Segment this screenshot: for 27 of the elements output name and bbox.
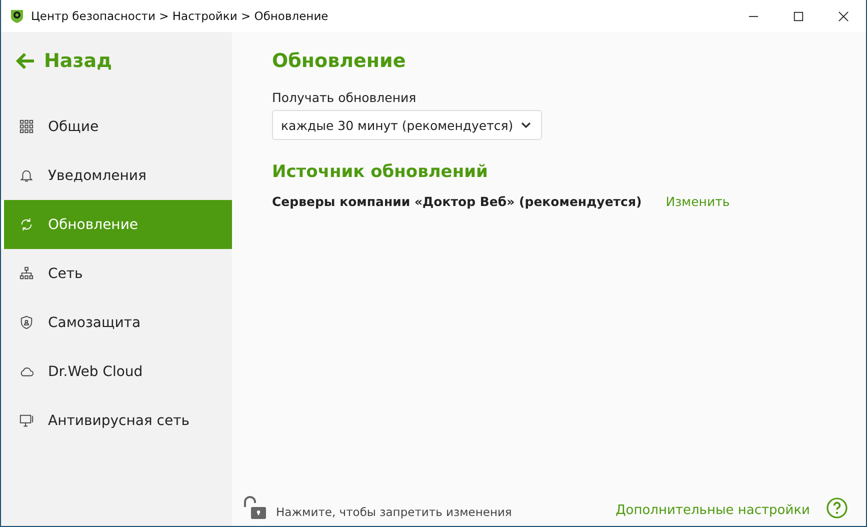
bell-icon	[19, 168, 34, 183]
sidebar-item[interactable]: Dr.Web Cloud	[1, 347, 232, 396]
source-value: Серверы компании «Доктор Веб» (рекомендуется)	[272, 194, 642, 209]
refresh-icon	[19, 217, 34, 232]
unlocked-padlock-icon[interactable]	[242, 495, 268, 521]
frequency-dropdown[interactable]: каждые 30 минут (рекомендуется)	[272, 110, 542, 140]
chevron-down-icon	[521, 122, 532, 128]
page-heading: Обновление	[272, 50, 407, 72]
sidebar-item[interactable]: Обновление	[1, 200, 232, 249]
section-heading: Источник обновлений	[272, 162, 489, 182]
shield-icon	[19, 315, 34, 330]
sidebar-item[interactable]: Сеть	[1, 249, 232, 298]
grid-icon	[19, 119, 34, 134]
sidebar-item[interactable]: Самозащита	[1, 298, 232, 347]
monitor-icon	[19, 413, 34, 428]
network-icon	[19, 266, 34, 281]
sidebar-item[interactable]: Антивирусная сеть	[1, 396, 232, 445]
field-label: Получать обновления	[272, 90, 418, 105]
sidebar-item[interactable]: Общие	[1, 102, 232, 151]
maximize-icon[interactable]	[793, 10, 804, 22]
app-logo-icon	[9, 8, 25, 24]
lock-hint[interactable]: Нажмите, чтобы запретить изменения	[276, 505, 512, 519]
sidebar-item[interactable]: Уведомления	[1, 151, 232, 200]
back-arrow-icon	[16, 52, 36, 70]
help-icon[interactable]	[826, 497, 848, 519]
close-icon[interactable]	[838, 10, 849, 22]
window-title: Центр безопасности > Настройки > Обновление	[31, 9, 328, 23]
